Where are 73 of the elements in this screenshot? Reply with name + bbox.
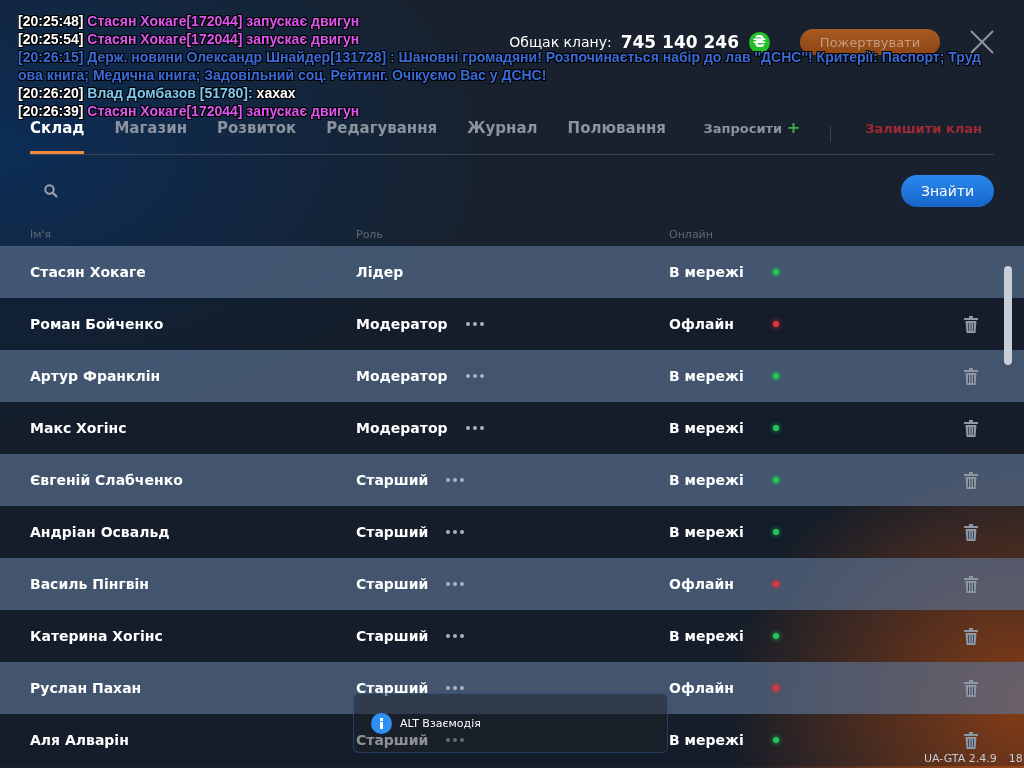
trash-icon[interactable]: [964, 523, 978, 541]
member-role: Старший: [356, 524, 429, 540]
member-role: Старший: [356, 680, 429, 696]
trash-icon[interactable]: [964, 315, 978, 333]
member-name: Катерина Хогінс: [30, 628, 164, 644]
close-icon[interactable]: [970, 30, 994, 54]
trash-icon[interactable]: [964, 627, 978, 645]
more-icon[interactable]: [465, 374, 484, 378]
member-role: Старший: [356, 472, 429, 488]
scrollbar-thumb[interactable]: [1004, 266, 1012, 365]
trash-icon[interactable]: [964, 575, 978, 593]
member-role: Модератор: [356, 316, 448, 332]
member-name: Стасян Хокаге: [30, 264, 147, 280]
chat-message: ова книга; Медична книга; Задовільний соц. Рейтинг. Очікуємо Вас у ДСНС!: [18, 68, 547, 83]
more-icon[interactable]: [446, 582, 465, 586]
online-status: В мережі: [669, 524, 745, 540]
treasury-label: Общак клану:: [509, 34, 612, 50]
trash-icon[interactable]: [964, 419, 978, 437]
member-name: Руслан Пахан: [30, 680, 143, 696]
trash-icon[interactable]: [964, 471, 978, 489]
column-header: Онлайн: [669, 228, 714, 241]
currency-icon: ₴: [749, 31, 770, 53]
chat-message: [20:26:39] Стасян Хокаге[172044] запускає двигун: [18, 104, 360, 119]
chat-message: [20:26:20] Влад Домбазов [51780]: хахах: [18, 86, 296, 101]
member-name: Макс Хогінс: [30, 420, 128, 436]
trash-icon[interactable]: [964, 367, 978, 385]
more-icon[interactable]: [446, 634, 465, 638]
treasury-amount: 745 140 246: [620, 32, 739, 52]
column-header: Роль: [356, 228, 384, 241]
info-icon: [371, 712, 392, 734]
online-status: Офлайн: [669, 316, 735, 332]
chat-message: [20:25:48] Стасян Хокаге[172044] запускає двигун: [18, 14, 360, 29]
invite-link[interactable]: Запросити +: [703, 120, 801, 154]
tab[interactable]: Журнал: [467, 120, 538, 154]
more-icon[interactable]: [446, 530, 465, 534]
online-status: В мережі: [669, 420, 745, 436]
online-status: В мережі: [669, 628, 745, 644]
tab[interactable]: Полювання: [567, 120, 666, 154]
tab[interactable]: Склад: [30, 120, 85, 154]
member-role: Модератор: [356, 368, 448, 384]
member-name: Артур Франклін: [30, 368, 162, 384]
online-status: Офлайн: [669, 680, 735, 696]
corner-text: 18: [1008, 752, 1023, 765]
member-name: Євгеній Слабченко: [30, 472, 184, 488]
member-name: Роман Бойченко: [30, 316, 165, 332]
tab[interactable]: Розвиток: [217, 120, 297, 154]
find-button[interactable]: Знайти: [901, 175, 994, 207]
online-status: В мережі: [669, 472, 745, 488]
member-role: Лідер: [356, 264, 404, 280]
member-role: Старший: [356, 576, 429, 592]
hint-text: ALT Взаємодія: [400, 716, 481, 730]
online-status: В мережі: [669, 264, 745, 280]
column-header: Ім'я: [30, 228, 53, 241]
version-label: UA-GTA 2.4.9: [924, 752, 997, 765]
online-status: В мережі: [669, 732, 745, 748]
more-icon[interactable]: [465, 426, 484, 430]
tab[interactable]: Редагування: [326, 120, 438, 154]
online-status: В мережі: [669, 368, 745, 384]
trash-icon[interactable]: [964, 679, 978, 697]
more-icon[interactable]: [446, 686, 465, 690]
member-role: Модератор: [356, 420, 448, 436]
more-icon[interactable]: [446, 478, 465, 482]
member-role: Старший: [356, 628, 429, 644]
member-role: Старший: [356, 732, 429, 748]
member-name: Андріан Освальд: [30, 524, 171, 540]
online-status: Офлайн: [669, 576, 735, 592]
member-name: Василь Пінгвін: [30, 576, 151, 592]
tab[interactable]: Магазин: [114, 120, 188, 154]
search-icon: [44, 184, 58, 198]
more-icon[interactable]: [465, 322, 484, 326]
member-name: Аля Алварін: [30, 732, 130, 748]
trash-icon[interactable]: [964, 731, 978, 749]
chat-message: [20:25:54] Стасян Хокаге[172044] запускає двигун: [18, 32, 360, 47]
